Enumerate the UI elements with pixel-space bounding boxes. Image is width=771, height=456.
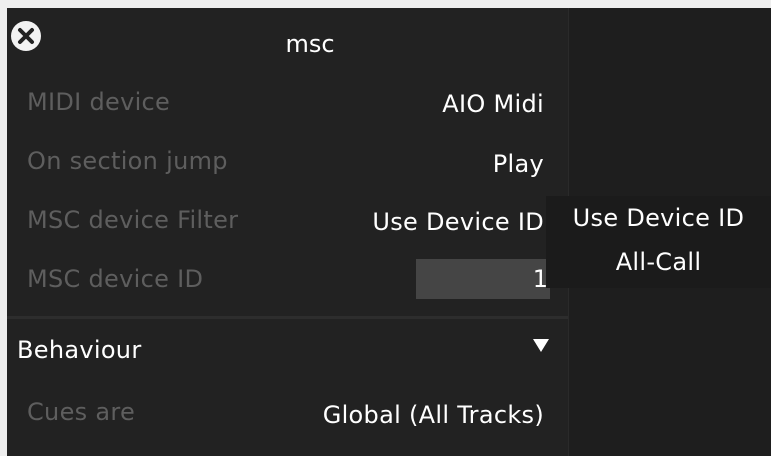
behaviour-section-header[interactable]: Behaviour [17,336,141,364]
msc-device-id-label: MSC device ID [27,265,204,293]
midi-device-value[interactable]: AIO Midi [442,90,544,118]
dropdown-option-all-call[interactable]: All-Call [546,248,771,276]
msc-device-id-input[interactable]: 1 [416,259,550,299]
on-section-jump-value[interactable]: Play [493,150,544,178]
cues-are-value[interactable]: Global (All Tracks) [323,401,544,429]
device-filter-dropdown: Use Device ID All-Call [546,196,771,288]
close-icon[interactable] [11,21,41,51]
midi-device-label: MIDI device [27,88,171,116]
cues-are-label: Cues are [27,398,136,426]
on-section-jump-label: On section jump [27,147,228,175]
msc-device-filter-value[interactable]: Use Device ID [372,208,544,236]
section-divider [7,316,568,319]
dropdown-option-use-device-id[interactable]: Use Device ID [546,204,771,232]
msc-device-filter-label: MSC device Filter [27,206,239,234]
triangle-down-icon[interactable] [532,337,550,357]
panel-title: msc [285,30,335,58]
